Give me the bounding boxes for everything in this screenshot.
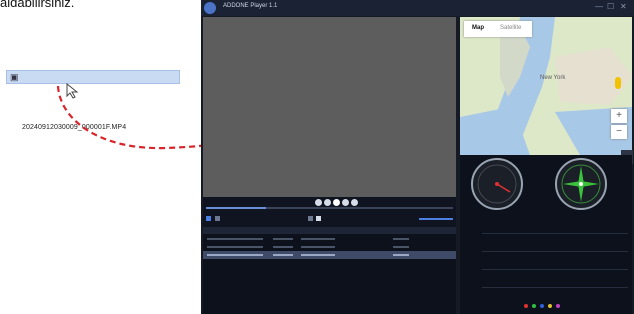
- tab-map[interactable]: Map: [472, 25, 484, 31]
- table-header: [203, 227, 456, 234]
- legend-dot: [532, 304, 536, 308]
- map-water: [460, 17, 632, 155]
- map-label-city: New York: [540, 75, 566, 81]
- app-logo-icon: [204, 2, 216, 14]
- table-row[interactable]: [203, 235, 456, 243]
- volume-slider[interactable]: [419, 218, 453, 220]
- compass-gauge: [555, 158, 607, 210]
- previous-icon[interactable]: [315, 199, 322, 206]
- seek-progress: [206, 207, 266, 209]
- play-icon[interactable]: [333, 199, 340, 206]
- legend-dot: [548, 304, 552, 308]
- player-window: ADDONE Player 1.1 — ☐ ✕ Map Satellite Ne…: [201, 0, 634, 314]
- zoom-in-button[interactable]: +: [611, 109, 627, 123]
- playback-controls: [203, 197, 456, 227]
- seek-bar[interactable]: [206, 207, 453, 209]
- rewind-icon[interactable]: [324, 199, 331, 206]
- file-table: [203, 227, 456, 314]
- sensor-chart: [460, 215, 632, 314]
- mute-icon[interactable]: [308, 216, 313, 221]
- map-type-tabs: Map Satellite: [464, 21, 532, 37]
- table-row-selected[interactable]: [203, 251, 456, 259]
- legend-dot: [540, 304, 544, 308]
- next-icon[interactable]: [351, 199, 358, 206]
- video-display[interactable]: [203, 17, 456, 197]
- speedometer-gauge: [471, 158, 523, 210]
- legend-dot: [524, 304, 528, 308]
- table-row[interactable]: [203, 243, 456, 251]
- gauge-panel: [460, 155, 632, 215]
- zoom-out-button[interactable]: −: [611, 125, 627, 139]
- tab-satellite[interactable]: Satellite: [500, 25, 521, 31]
- pegman-icon[interactable]: [615, 77, 621, 89]
- folder-icon[interactable]: [215, 216, 220, 221]
- map-panel[interactable]: Map Satellite New York + −: [460, 17, 632, 155]
- settings-icon[interactable]: [206, 216, 211, 221]
- snapshot-icon[interactable]: [316, 216, 321, 221]
- minimize-icon[interactable]: —: [595, 2, 603, 11]
- close-icon[interactable]: ✕: [620, 2, 627, 11]
- title-bar: ADDONE Player 1.1 — ☐ ✕: [201, 0, 634, 16]
- legend-dot: [556, 304, 560, 308]
- maximize-icon[interactable]: ☐: [607, 2, 614, 11]
- forward-icon[interactable]: [342, 199, 349, 206]
- window-title: ADDONE Player 1.1: [223, 3, 278, 9]
